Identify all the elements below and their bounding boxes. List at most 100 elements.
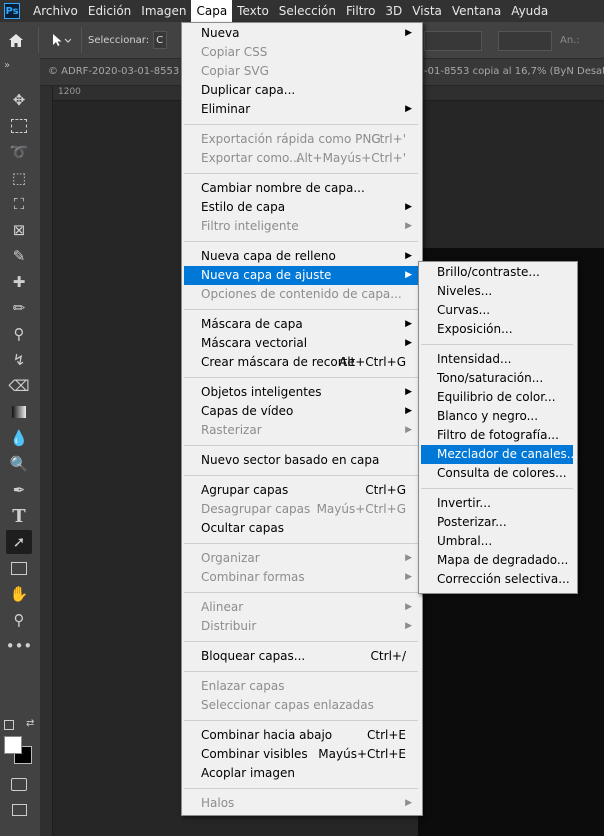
- ajuste-item-tono-saturacion[interactable]: Tono/saturación...: [421, 369, 573, 388]
- capa-item-combinar-visibles[interactable]: Combinar visibles Mayús+Ctrl+E: [184, 745, 418, 764]
- ajuste-item-consulta-de-colores[interactable]: Consulta de colores...: [421, 464, 573, 483]
- ajuste-item-curvas[interactable]: Curvas...: [421, 301, 573, 320]
- brush-tool-icon[interactable]: ✏: [6, 296, 32, 320]
- menu-texto[interactable]: Texto: [232, 0, 274, 22]
- object-select-tool-icon[interactable]: ⬚: [6, 166, 32, 190]
- menu-3d[interactable]: 3D: [380, 0, 407, 22]
- ajuste-item-correccion-selectiva[interactable]: Corrección selectiva...: [421, 570, 573, 589]
- ajuste-item-filtro-de-fotografia[interactable]: Filtro de fotografía...: [421, 426, 573, 445]
- frame-tool-icon[interactable]: ⊠: [6, 218, 32, 242]
- menu-separator: [184, 641, 418, 642]
- ajuste-item-intensidad[interactable]: Intensidad...: [421, 350, 573, 369]
- ajuste-item-blanco-y-negro[interactable]: Blanco y negro...: [421, 407, 573, 426]
- document-tab[interactable]: © ADRF-2020-03-01-8553: [48, 66, 179, 77]
- healing-brush-icon[interactable]: ✚: [6, 270, 32, 294]
- menu-imagen[interactable]: Imagen: [136, 0, 191, 22]
- ajuste-item-niveles[interactable]: Niveles...: [421, 282, 573, 301]
- menu-item-label: Blanco y negro...: [437, 409, 539, 423]
- eraser-tool-icon[interactable]: ⌫: [6, 374, 32, 398]
- move-tool-icon[interactable]: ✥: [6, 88, 32, 112]
- ajuste-item-exposicion[interactable]: Exposición...: [421, 320, 573, 339]
- capa-item-acoplar-imagen[interactable]: Acoplar imagen: [184, 764, 418, 783]
- capa-item-duplicar-capa[interactable]: Duplicar capa...: [184, 81, 418, 100]
- capa-item-crear-mascara-de-recorte[interactable]: Crear máscara de recorte Alt+Ctrl+G: [184, 353, 418, 372]
- capa-item-estilo-de-capa[interactable]: Estilo de capa ▶: [184, 198, 418, 217]
- ajuste-item-equilibrio-de-color[interactable]: Equilibrio de color...: [421, 388, 573, 407]
- submenu-arrow-icon: ▶: [405, 104, 412, 114]
- capa-item-mascara-de-capa[interactable]: Máscara de capa ▶: [184, 315, 418, 334]
- menu-ventana[interactable]: Ventana: [447, 0, 506, 22]
- capa-item-combinar-hacia-abajo[interactable]: Combinar hacia abajo Ctrl+E: [184, 726, 418, 745]
- menu-item-shortcut: Ctrl+': [371, 132, 406, 146]
- submenu-arrow-icon: ▶: [405, 798, 412, 808]
- pen-tool-icon[interactable]: ✒: [6, 478, 32, 502]
- default-colors-icon[interactable]: [4, 720, 14, 730]
- capa-item-capas-de-video[interactable]: Capas de vídeo ▶: [184, 402, 418, 421]
- capa-item-agrupar-capas[interactable]: Agrupar capas Ctrl+G: [184, 481, 418, 500]
- marquee-tool-icon[interactable]: [6, 114, 32, 138]
- capa-item-nueva[interactable]: Nueva ▶: [184, 24, 418, 43]
- menu-separator: [184, 377, 418, 378]
- capa-item-bloquear-capas[interactable]: Bloquear capas... Ctrl+/: [184, 647, 418, 666]
- menu-item-label: Distribuir: [201, 619, 257, 633]
- dodge-tool-icon[interactable]: 🔍: [6, 452, 32, 476]
- menu-vista[interactable]: Vista: [407, 0, 447, 22]
- capa-item-cambiar-nombre-de-capa[interactable]: Cambiar nombre de capa...: [184, 179, 418, 198]
- capa-item-mascara-vectorial[interactable]: Máscara vectorial ▶: [184, 334, 418, 353]
- ajuste-item-mezclador-de-canales[interactable]: Mezclador de canales...: [421, 445, 578, 464]
- menu-item-label: Filtro inteligente: [201, 219, 299, 233]
- gradient-tool-icon[interactable]: [6, 400, 32, 424]
- hand-tool-icon[interactable]: ✋: [6, 582, 32, 606]
- path-selection-tool-icon[interactable]: ➚: [6, 530, 32, 554]
- menu-item-label: Cambiar nombre de capa...: [201, 181, 365, 195]
- document-tab-active[interactable]: -01-8553 copia al 16,7% (ByN Desat: [424, 66, 604, 77]
- menu-item-label: Copiar SVG: [201, 64, 269, 78]
- swap-colors-icon[interactable]: ⇄: [26, 718, 34, 729]
- capa-item-objetos-inteligentes[interactable]: Objetos inteligentes ▶: [184, 383, 418, 402]
- menu-item-label: Bloquear capas...: [201, 649, 306, 663]
- ajuste-item-brillo-contraste[interactable]: Brillo/contraste...: [421, 263, 573, 282]
- blur-tool-icon[interactable]: 💧: [6, 426, 32, 450]
- capa-item-desagrupar-capas: Desagrupar capas Mayús+Ctrl+G: [184, 500, 418, 519]
- crop-tool-icon[interactable]: ⛶: [6, 192, 32, 216]
- history-brush-icon[interactable]: ↯: [6, 348, 32, 372]
- capa-item-nueva-capa-de-relleno[interactable]: Nueva capa de relleno ▶: [184, 247, 418, 266]
- menu-edicion[interactable]: Edición: [83, 0, 136, 22]
- menu-filtro[interactable]: Filtro: [341, 0, 380, 22]
- submenu-arrow-icon: ▶: [405, 387, 412, 397]
- ajuste-item-invertir[interactable]: Invertir...: [421, 494, 573, 513]
- stroke-width-field[interactable]: [424, 31, 482, 51]
- menu-seleccion[interactable]: Selección: [274, 0, 341, 22]
- lasso-tool-icon[interactable]: ➰: [6, 140, 32, 164]
- menu-ayuda[interactable]: Ayuda: [506, 0, 553, 22]
- capa-item-ocultar-capas[interactable]: Ocultar capas: [184, 519, 418, 538]
- menu-item-label: Rasterizar: [201, 423, 262, 437]
- capa-item-nueva-capa-de-ajuste[interactable]: Nueva capa de ajuste ▶: [184, 266, 418, 285]
- rectangle-tool-icon[interactable]: [6, 556, 32, 580]
- capa-item-nuevo-sector-basado-en-capa[interactable]: Nuevo sector basado en capa: [184, 451, 418, 470]
- screen-mode-icon[interactable]: [6, 798, 32, 822]
- quick-mask-icon[interactable]: [6, 772, 32, 796]
- menu-item-label: Nueva: [201, 26, 240, 40]
- home-button[interactable]: [0, 22, 32, 58]
- select-dropdown[interactable]: C: [153, 31, 168, 49]
- menu-archivo[interactable]: Archivo: [28, 0, 83, 22]
- photoshop-logo[interactable]: Ps: [4, 3, 20, 19]
- move-tool-icon[interactable]: [45, 22, 75, 58]
- more-tools-icon[interactable]: •••: [6, 634, 33, 658]
- menu-capa[interactable]: Capa: [191, 0, 233, 22]
- menu-item-label: Mezclador de canales...: [437, 447, 579, 461]
- zoom-tool-icon[interactable]: ⚲: [6, 608, 32, 632]
- menu-item-label: Halos: [201, 796, 235, 810]
- panel-expand-icon[interactable]: »: [4, 60, 10, 71]
- stamp-tool-icon[interactable]: ⚲: [6, 322, 32, 346]
- ajuste-item-mapa-de-degradado[interactable]: Mapa de degradado...: [421, 551, 573, 570]
- menu-item-shortcut: Ctrl+G: [365, 483, 406, 497]
- foreground-color-swatch[interactable]: [4, 736, 22, 754]
- type-tool-icon[interactable]: T: [6, 504, 32, 528]
- ajuste-item-posterizar[interactable]: Posterizar...: [421, 513, 573, 532]
- eyedropper-tool-icon[interactable]: ✎: [6, 244, 32, 268]
- stroke-type-dropdown[interactable]: [498, 31, 552, 51]
- ajuste-item-umbral[interactable]: Umbral...: [421, 532, 573, 551]
- capa-item-eliminar[interactable]: Eliminar ▶: [184, 100, 418, 119]
